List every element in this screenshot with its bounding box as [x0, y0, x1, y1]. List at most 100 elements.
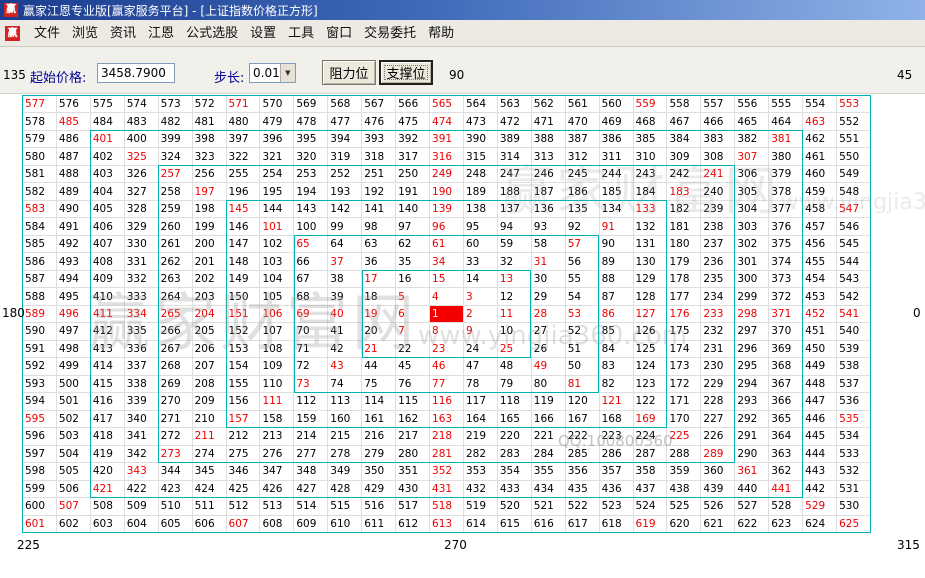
- grid-cell[interactable]: 458: [803, 201, 837, 218]
- grid-cell[interactable]: 481: [193, 113, 227, 130]
- grid-cell[interactable]: 260: [159, 218, 193, 235]
- grid-cell[interactable]: 585: [23, 236, 57, 253]
- grid-cell[interactable]: 479: [260, 113, 294, 130]
- grid-cell[interactable]: 118: [498, 393, 532, 410]
- grid-cell[interactable]: 457: [803, 218, 837, 235]
- grid-cell[interactable]: 357: [600, 463, 634, 480]
- grid-cell[interactable]: 348: [294, 463, 328, 480]
- grid-cell[interactable]: 51: [566, 341, 600, 358]
- grid-cell[interactable]: 278: [328, 446, 362, 463]
- grid-cell[interactable]: 11: [498, 306, 532, 323]
- grid-cell[interactable]: 393: [362, 131, 396, 148]
- grid-cell[interactable]: 561: [566, 96, 600, 113]
- grid-cell[interactable]: 540: [837, 323, 871, 340]
- grid-cell[interactable]: 460: [803, 166, 837, 183]
- grid-cell[interactable]: 433: [498, 481, 532, 498]
- grid-cell[interactable]: 13: [498, 271, 532, 288]
- grid-cell[interactable]: 208: [193, 376, 227, 393]
- grid-cell[interactable]: 562: [532, 96, 566, 113]
- grid-cell[interactable]: 317: [396, 148, 430, 165]
- grid-cell[interactable]: 504: [57, 446, 91, 463]
- grid-cell[interactable]: 542: [837, 288, 871, 305]
- grid-cell[interactable]: 17: [362, 271, 396, 288]
- grid-cell[interactable]: 570: [260, 96, 294, 113]
- grid-cell[interactable]: 454: [803, 271, 837, 288]
- grid-cell[interactable]: 327: [125, 183, 159, 200]
- grid-cell[interactable]: 503: [57, 428, 91, 445]
- grid-cell[interactable]: 237: [701, 236, 735, 253]
- grid-cell[interactable]: 46: [430, 358, 464, 375]
- grid-cell[interactable]: 175: [667, 323, 701, 340]
- grid-cell[interactable]: 110: [260, 376, 294, 393]
- grid-cell[interactable]: 552: [837, 113, 871, 130]
- grid-cell[interactable]: 603: [91, 516, 125, 533]
- grid-cell[interactable]: 483: [125, 113, 159, 130]
- grid-cell[interactable]: 444: [803, 446, 837, 463]
- grid-cell[interactable]: 223: [600, 428, 634, 445]
- grid-cell[interactable]: 324: [159, 148, 193, 165]
- grid-cell[interactable]: 321: [260, 148, 294, 165]
- grid-cell[interactable]: 203: [193, 288, 227, 305]
- grid-cell[interactable]: 360: [701, 463, 735, 480]
- grid-cell[interactable]: 564: [464, 96, 498, 113]
- grid-cell[interactable]: 461: [803, 148, 837, 165]
- grid-cell[interactable]: 253: [294, 166, 328, 183]
- grid-cell[interactable]: 206: [193, 341, 227, 358]
- grid-cell[interactable]: 204: [193, 306, 227, 323]
- grid-cell[interactable]: 445: [803, 428, 837, 445]
- grid-cell[interactable]: 56: [566, 253, 600, 270]
- grid-cell[interactable]: 192: [362, 183, 396, 200]
- grid-cell[interactable]: 484: [91, 113, 125, 130]
- grid-cell[interactable]: 81: [566, 376, 600, 393]
- grid-cell[interactable]: 163: [430, 411, 464, 428]
- grid-cell[interactable]: 93: [532, 218, 566, 235]
- grid-cell[interactable]: 339: [125, 393, 159, 410]
- grid-cell[interactable]: 141: [362, 201, 396, 218]
- grid-cell[interactable]: 492: [57, 236, 91, 253]
- grid-cell[interactable]: 619: [634, 516, 668, 533]
- grid-cell[interactable]: 242: [667, 166, 701, 183]
- grid-cell[interactable]: 402: [91, 148, 125, 165]
- grid-cell[interactable]: 610: [328, 516, 362, 533]
- grid-cell[interactable]: 361: [735, 463, 769, 480]
- grid-cell[interactable]: 277: [294, 446, 328, 463]
- grid-cell[interactable]: 120: [566, 393, 600, 410]
- menu-item-3[interactable]: 江恩: [142, 21, 180, 46]
- menu-item-7[interactable]: 窗口: [320, 21, 358, 46]
- grid-cell[interactable]: 59: [498, 236, 532, 253]
- grid-cell[interactable]: 615: [498, 516, 532, 533]
- grid-cell[interactable]: 39: [328, 288, 362, 305]
- grid-cell[interactable]: 121: [600, 393, 634, 410]
- grid-cell[interactable]: 607: [227, 516, 261, 533]
- grid-cell[interactable]: 534: [837, 428, 871, 445]
- grid-cell[interactable]: 115: [396, 393, 430, 410]
- menu-item-8[interactable]: 交易委托: [358, 21, 422, 46]
- grid-cell[interactable]: 182: [667, 201, 701, 218]
- grid-cell[interactable]: 167: [566, 411, 600, 428]
- grid-cell[interactable]: 248: [464, 166, 498, 183]
- grid-cell[interactable]: 209: [193, 393, 227, 410]
- grid-cell[interactable]: 49: [532, 358, 566, 375]
- grid-cell[interactable]: 280: [396, 446, 430, 463]
- grid-cell[interactable]: 493: [57, 253, 91, 270]
- grid-cell[interactable]: 471: [532, 113, 566, 130]
- step-select[interactable]: 0.01 ▼: [249, 63, 296, 83]
- grid-cell[interactable]: 276: [260, 446, 294, 463]
- grid-cell[interactable]: 598: [23, 463, 57, 480]
- grid-cell[interactable]: 624: [803, 516, 837, 533]
- grid-cell[interactable]: 612: [396, 516, 430, 533]
- grid-cell[interactable]: 241: [701, 166, 735, 183]
- grid-cell[interactable]: 236: [701, 253, 735, 270]
- grid-cell[interactable]: 303: [735, 218, 769, 235]
- grid-cell[interactable]: 346: [227, 463, 261, 480]
- grid-cell[interactable]: 293: [735, 393, 769, 410]
- grid-cell[interactable]: 578: [23, 113, 57, 130]
- grid-cell[interactable]: 21: [362, 341, 396, 358]
- grid-cell[interactable]: 26: [532, 341, 566, 358]
- grid-cell[interactable]: 404: [91, 183, 125, 200]
- grid-cell[interactable]: 53: [566, 306, 600, 323]
- grid-cell[interactable]: 268: [159, 358, 193, 375]
- grid-cell[interactable]: 330: [125, 236, 159, 253]
- grid-cell[interactable]: 180: [667, 236, 701, 253]
- grid-cell[interactable]: 80: [532, 376, 566, 393]
